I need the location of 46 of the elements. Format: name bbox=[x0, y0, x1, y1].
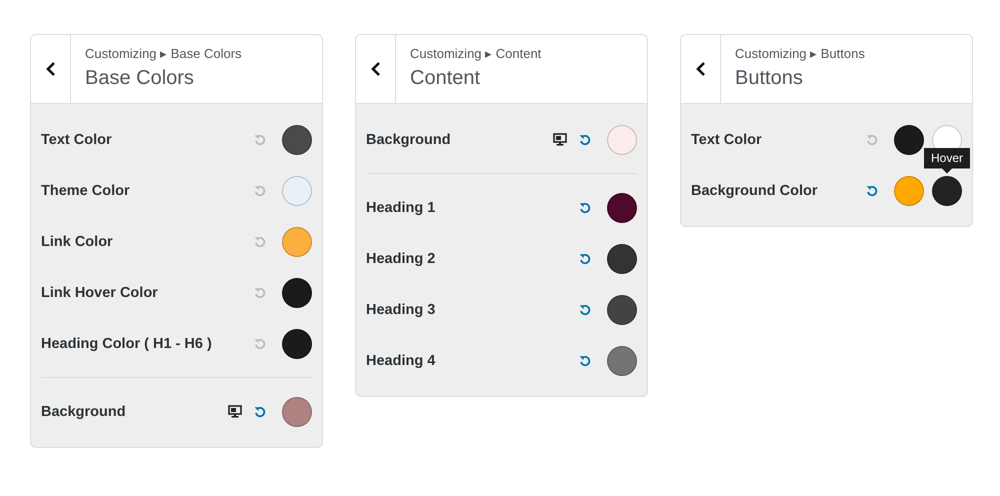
setting-label: Background Color bbox=[691, 182, 818, 198]
reset-icon[interactable] bbox=[254, 406, 266, 418]
breadcrumb: Customizing ▸ Base Colors bbox=[85, 46, 242, 61]
setting-label: Link Color bbox=[41, 234, 113, 250]
color-swatch[interactable] bbox=[932, 176, 962, 206]
color-swatch[interactable] bbox=[607, 244, 637, 274]
color-swatch[interactable] bbox=[607, 192, 637, 222]
color-swatch[interactable] bbox=[894, 176, 924, 206]
color-swatch[interactable] bbox=[282, 396, 312, 426]
setting-label: Text Color bbox=[691, 132, 762, 148]
panel-title: Content bbox=[410, 67, 482, 90]
chevron-left-icon bbox=[696, 62, 706, 76]
breadcrumb: Customizing ▸ Content bbox=[410, 46, 542, 61]
panel-title: Buttons bbox=[735, 67, 804, 90]
setting-label: Background bbox=[366, 132, 451, 148]
color-swatch[interactable] bbox=[607, 346, 637, 376]
color-swatch[interactable] bbox=[607, 124, 637, 154]
setting-label: Heading Color ( H1 - H6 ) bbox=[41, 336, 212, 352]
color-swatch[interactable] bbox=[607, 294, 637, 324]
tooltip: Hover bbox=[924, 148, 970, 174]
setting-label: Heading 1 bbox=[366, 200, 436, 216]
setting-label: Background bbox=[41, 404, 126, 420]
monitor-icon[interactable] bbox=[228, 405, 242, 418]
chevron-left-icon bbox=[46, 62, 56, 76]
setting-label: Heading 2 bbox=[366, 250, 436, 266]
panel-title: Base Colors bbox=[85, 67, 195, 90]
color-swatch[interactable] bbox=[894, 124, 924, 154]
color-swatch[interactable] bbox=[282, 278, 312, 308]
setting-label: Text Color bbox=[41, 132, 112, 148]
color-swatch[interactable] bbox=[282, 226, 312, 256]
monitor-icon[interactable] bbox=[553, 133, 567, 146]
reset-icon[interactable] bbox=[579, 304, 591, 316]
reset-icon[interactable] bbox=[579, 134, 591, 146]
setting-label: Theme Color bbox=[41, 182, 130, 198]
color-swatch[interactable] bbox=[282, 328, 312, 358]
breadcrumb: Customizing ▸ Buttons bbox=[735, 46, 865, 61]
setting-label: Link Hover Color bbox=[41, 284, 158, 300]
reset-icon[interactable] bbox=[579, 354, 591, 366]
chevron-left-icon bbox=[370, 62, 380, 76]
setting-label: Heading 4 bbox=[366, 352, 436, 368]
reset-icon[interactable] bbox=[579, 202, 591, 214]
color-swatch[interactable] bbox=[282, 176, 312, 206]
setting-label: Heading 3 bbox=[366, 302, 436, 318]
color-swatch[interactable] bbox=[282, 124, 312, 154]
reset-icon[interactable] bbox=[579, 252, 591, 264]
reset-icon[interactable] bbox=[866, 184, 878, 196]
